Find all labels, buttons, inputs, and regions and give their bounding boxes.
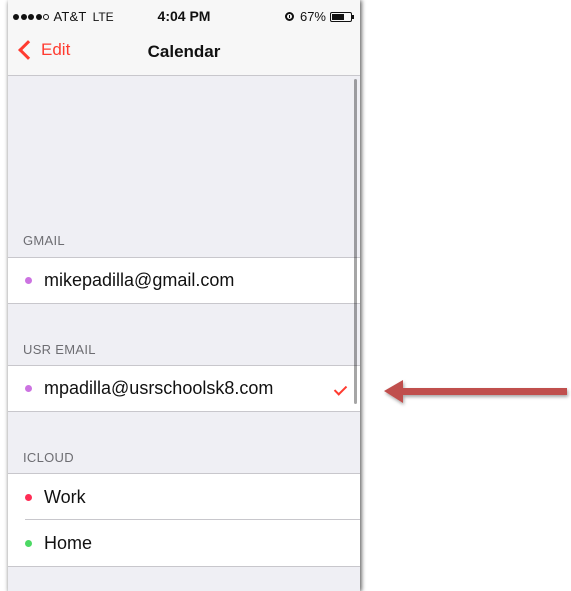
scrollbar[interactable] <box>354 79 357 404</box>
alarm-clock-icon <box>284 12 294 21</box>
carrier-name: AT&T <box>53 9 87 24</box>
signal-strength-icon <box>13 13 51 20</box>
arrow-left-icon <box>384 380 567 403</box>
calendar-label: mpadilla@usrschoolsk8.com <box>44 378 274 398</box>
calendar-color-dot <box>25 493 32 501</box>
calendar-row-gmail[interactable]: mikepadilla@gmail.com <box>8 257 360 304</box>
status-bar: AT&T LTE 4:04 PM 67% <box>8 0 360 30</box>
calendar-color-dot <box>25 385 32 392</box>
calendar-row-home[interactable]: Home <box>8 520 360 567</box>
back-button-label: Edit <box>41 40 71 59</box>
calendar-label: mikepadilla@gmail.com <box>44 270 235 290</box>
battery-percent: 67% <box>299 9 326 24</box>
calendar-color-dot <box>25 277 32 284</box>
chevron-left-icon <box>18 40 38 60</box>
calendar-color-dot <box>25 539 32 547</box>
network-type: LTE <box>92 9 114 24</box>
section-header-gmail: GMAIL <box>23 233 65 248</box>
battery-icon <box>330 11 354 22</box>
edit-back-button[interactable]: Edit <box>17 40 70 60</box>
battery-level <box>332 13 345 20</box>
section-header-usr-email: USR EMAIL <box>23 342 96 357</box>
checkmark-icon <box>333 382 348 396</box>
calendar-list: GMAIL mikepadilla@gmail.com USR EMAIL mp… <box>8 76 360 591</box>
calendar-row-work[interactable]: Work <box>8 473 360 520</box>
phone-screen: AT&T LTE 4:04 PM 67% Edit Calendar GMAIL… <box>8 0 360 591</box>
arrow-shape <box>384 380 567 403</box>
calendar-label: Home <box>44 532 93 553</box>
section-header-icloud: ICLOUD <box>23 450 74 465</box>
calendar-row-usr-email[interactable]: mpadilla@usrschoolsk8.com <box>8 365 360 412</box>
calendar-label: Work <box>44 486 86 507</box>
navigation-bar: Edit Calendar <box>8 30 360 76</box>
